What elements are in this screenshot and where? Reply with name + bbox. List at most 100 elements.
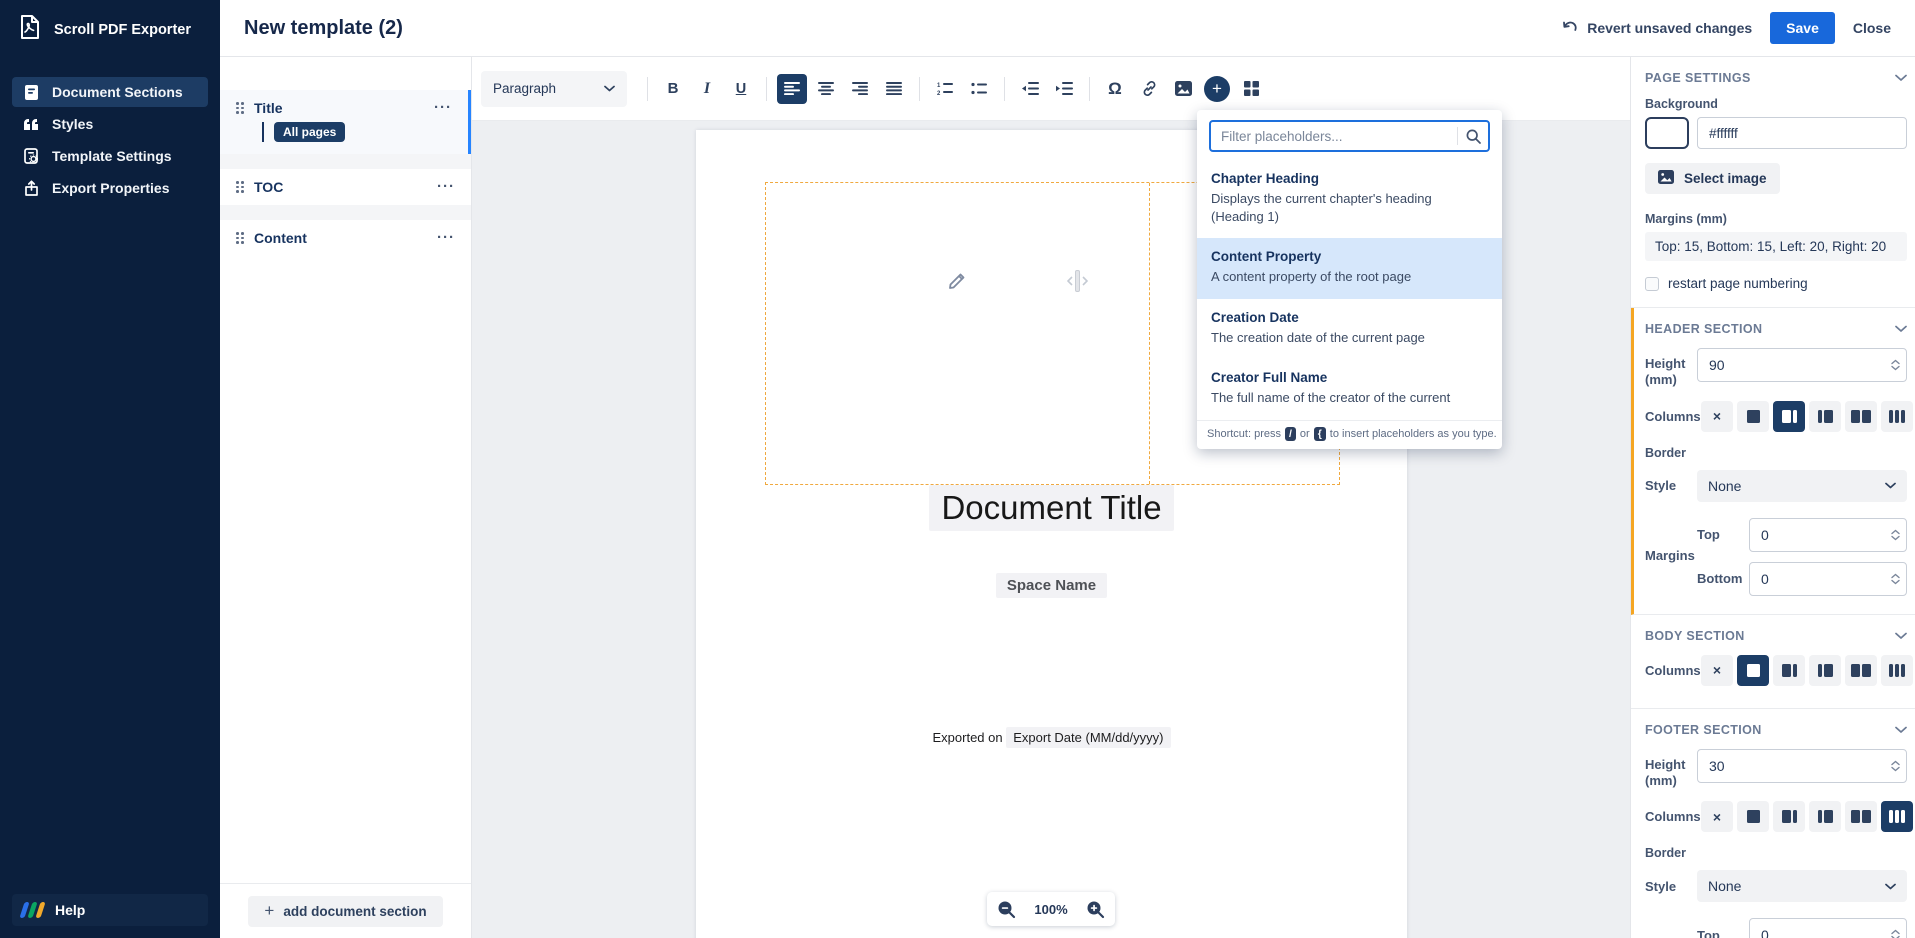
placeholder-item-creator-full-name[interactable]: Creator Full Name The full name of the c… (1197, 359, 1502, 420)
header-margin-bottom-input[interactable] (1749, 562, 1907, 596)
insert-placeholder-button[interactable]: + (1202, 74, 1232, 104)
toolbar-separator (1089, 77, 1090, 101)
footer-margin-top-input[interactable] (1749, 918, 1907, 938)
stepper-icon[interactable] (1891, 360, 1900, 371)
revert-unsaved-changes-button[interactable]: Revert unsaved changes (1562, 20, 1752, 37)
save-button[interactable]: Save (1770, 12, 1835, 44)
zoom-out-button[interactable] (997, 900, 1016, 919)
columns-one-button[interactable] (1737, 401, 1769, 432)
sidebar-item-label: Export Properties (52, 180, 169, 196)
search-icon[interactable] (1458, 129, 1488, 144)
sidebar-item-export-properties[interactable]: Export Properties (12, 173, 208, 203)
background-color-swatch[interactable] (1645, 117, 1689, 149)
exported-on-text: Exported on (933, 730, 1003, 745)
drag-handle-icon[interactable] (236, 181, 244, 193)
image-button[interactable] (1168, 74, 1198, 104)
columns-two-button[interactable] (1845, 801, 1877, 832)
placeholder-item-content-property[interactable]: Content Property A content property of t… (1197, 238, 1502, 299)
align-right-button[interactable] (845, 74, 875, 104)
space-name-placeholder[interactable]: Space Name (696, 573, 1407, 598)
bullet-list-button[interactable] (964, 74, 994, 104)
restart-page-numbering-checkbox[interactable] (1645, 277, 1659, 291)
background-color-input[interactable] (1697, 117, 1907, 149)
section-item-title[interactable]: Title ··· All pages (220, 90, 471, 154)
shortcut-hint: Shortcut: press / or { to insert placeho… (1197, 420, 1502, 449)
indent-button[interactable] (1049, 74, 1079, 104)
zoom-in-button[interactable] (1086, 900, 1105, 919)
paragraph-style-select[interactable]: Paragraph (481, 71, 627, 107)
close-button[interactable]: Close (1853, 20, 1891, 36)
collapse-chevron-icon[interactable] (1895, 632, 1907, 640)
drag-handle-icon[interactable] (236, 232, 244, 244)
top-label: Top (1697, 928, 1749, 938)
stepper-icon[interactable] (1891, 760, 1900, 771)
section-menu-button[interactable]: ··· (437, 183, 455, 191)
section-menu-button[interactable]: ··· (434, 104, 452, 112)
bold-button[interactable]: B (658, 74, 688, 104)
header-height-input[interactable] (1697, 348, 1907, 382)
page-title: New template (2) (244, 17, 403, 40)
placeholder-item-creation-date[interactable]: Creation Date The creation date of the c… (1197, 299, 1502, 360)
document-title-placeholder[interactable]: Document Title (696, 485, 1407, 531)
footer-height-input[interactable] (1697, 749, 1907, 783)
collapse-chevron-icon[interactable] (1895, 726, 1907, 734)
ordered-list-button[interactable]: 12 (930, 74, 960, 104)
paragraph-style-value: Paragraph (493, 81, 556, 96)
columns-big-left-button[interactable] (1773, 655, 1805, 686)
margins-summary-field[interactable]: Top: 15, Bottom: 15, Left: 20, Right: 20 (1645, 232, 1907, 261)
justify-button[interactable] (879, 74, 909, 104)
columns-none-button[interactable]: × (1701, 655, 1733, 686)
columns-big-right-button[interactable] (1809, 801, 1841, 832)
sidebar-item-styles[interactable]: Styles (12, 109, 208, 139)
section-item-content[interactable]: Content ··· (220, 220, 471, 256)
chevron-down-icon (1885, 482, 1896, 489)
columns-two-button[interactable] (1845, 401, 1877, 432)
columns-three-button[interactable] (1881, 401, 1913, 432)
underline-button[interactable]: U (726, 74, 756, 104)
page-settings-heading: PAGE SETTINGS (1645, 71, 1751, 85)
column-resize-handle[interactable] (1067, 270, 1088, 292)
stepper-icon[interactable] (1891, 930, 1900, 938)
zoom-control: 100% (987, 892, 1115, 926)
select-image-button[interactable]: Select image (1645, 163, 1780, 194)
italic-button[interactable]: I (692, 74, 722, 104)
columns-big-left-button[interactable] (1773, 801, 1805, 832)
stepper-icon[interactable] (1891, 573, 1900, 584)
columns-none-button[interactable]: × (1701, 401, 1733, 432)
filter-placeholders-input[interactable] (1211, 129, 1457, 144)
columns-none-button[interactable]: × (1701, 801, 1733, 832)
columns-three-button[interactable] (1881, 655, 1913, 686)
special-character-button[interactable]: Ω (1100, 74, 1130, 104)
columns-three-button[interactable] (1881, 801, 1913, 832)
section-menu-button[interactable]: ··· (437, 234, 455, 242)
drag-handle-icon[interactable] (236, 102, 244, 114)
placeholder-title: Creator Full Name (1211, 370, 1488, 385)
exported-on-line[interactable]: Exported on Export Date (MM/dd/yyyy) (696, 730, 1407, 745)
align-center-button[interactable] (811, 74, 841, 104)
header-margin-top-input[interactable] (1749, 518, 1907, 552)
columns-big-left-button[interactable] (1773, 401, 1805, 432)
align-left-button[interactable] (777, 74, 807, 104)
placeholder-item-chapter-heading[interactable]: Chapter Heading Displays the current cha… (1197, 160, 1502, 238)
outdent-button[interactable] (1015, 74, 1045, 104)
columns-one-button[interactable] (1737, 655, 1769, 686)
add-document-section-button[interactable]: + add document section (248, 896, 442, 927)
section-item-toc[interactable]: TOC ··· (220, 169, 471, 205)
border-style-select[interactable]: None (1697, 470, 1907, 502)
columns-one-button[interactable] (1737, 801, 1769, 832)
export-date-placeholder[interactable]: Export Date (MM/dd/yyyy) (1006, 727, 1170, 748)
sidebar-item-document-sections[interactable]: Document Sections (12, 77, 208, 107)
columns-big-right-button[interactable] (1809, 401, 1841, 432)
collapse-chevron-icon[interactable] (1895, 325, 1907, 333)
sidebar-item-template-settings[interactable]: Template Settings (12, 141, 208, 171)
columns-big-right-button[interactable] (1809, 655, 1841, 686)
columns-two-button[interactable] (1845, 655, 1877, 686)
border-style-select[interactable]: None (1697, 870, 1907, 902)
section-label: TOC (254, 179, 283, 195)
stepper-icon[interactable] (1891, 529, 1900, 540)
collapse-chevron-icon[interactable] (1895, 74, 1907, 82)
restart-page-numbering-row[interactable]: restart page numbering (1645, 276, 1907, 291)
sidebar-item-help[interactable]: Help (12, 894, 208, 926)
link-button[interactable] (1134, 74, 1164, 104)
table-button[interactable] (1236, 74, 1266, 104)
